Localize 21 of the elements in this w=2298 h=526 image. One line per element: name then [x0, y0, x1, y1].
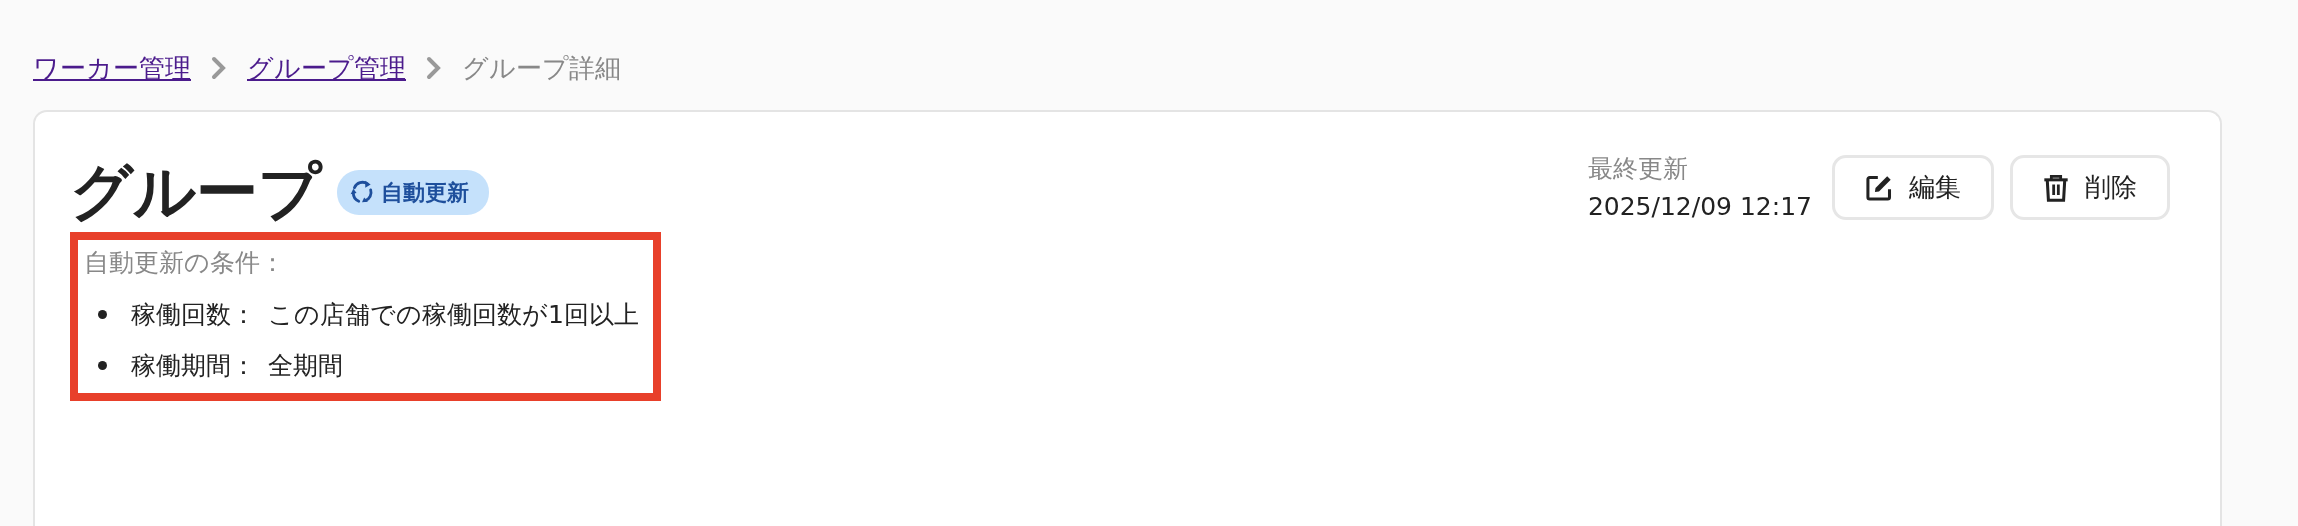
conditions-heading: 自動更新の条件：	[84, 247, 286, 280]
last-updated-time: 2025/12/09 12:17	[1587, 190, 1812, 223]
condition-label: 稼働期間：	[131, 350, 256, 383]
chevron-icon	[211, 56, 227, 80]
auto-update-badge: 自動更新	[337, 169, 489, 215]
bullet-icon	[98, 361, 107, 371]
last-updated-label: 最終更新	[1587, 153, 1689, 185]
trash-icon	[2043, 173, 2069, 202]
edit-icon	[1865, 173, 1893, 202]
page-title: グループ	[70, 158, 321, 227]
chevron-icon	[426, 56, 442, 80]
condition-value: 全期間	[268, 350, 343, 383]
breadcrumb-link[interactable]: ワーカー管理	[33, 48, 191, 88]
breadcrumb-current: グループ詳細	[462, 51, 621, 85]
edit-button[interactable]: 編集	[1832, 155, 1994, 220]
refresh-icon	[349, 179, 375, 206]
condition-value: この店舗での稼働回数が1回以上	[268, 298, 639, 331]
condition-label: 稼働回数：	[131, 298, 256, 331]
bullet-icon	[98, 309, 107, 319]
breadcrumb-link[interactable]: グループ管理	[247, 48, 406, 88]
delete-button[interactable]: 削除	[2010, 155, 2170, 220]
